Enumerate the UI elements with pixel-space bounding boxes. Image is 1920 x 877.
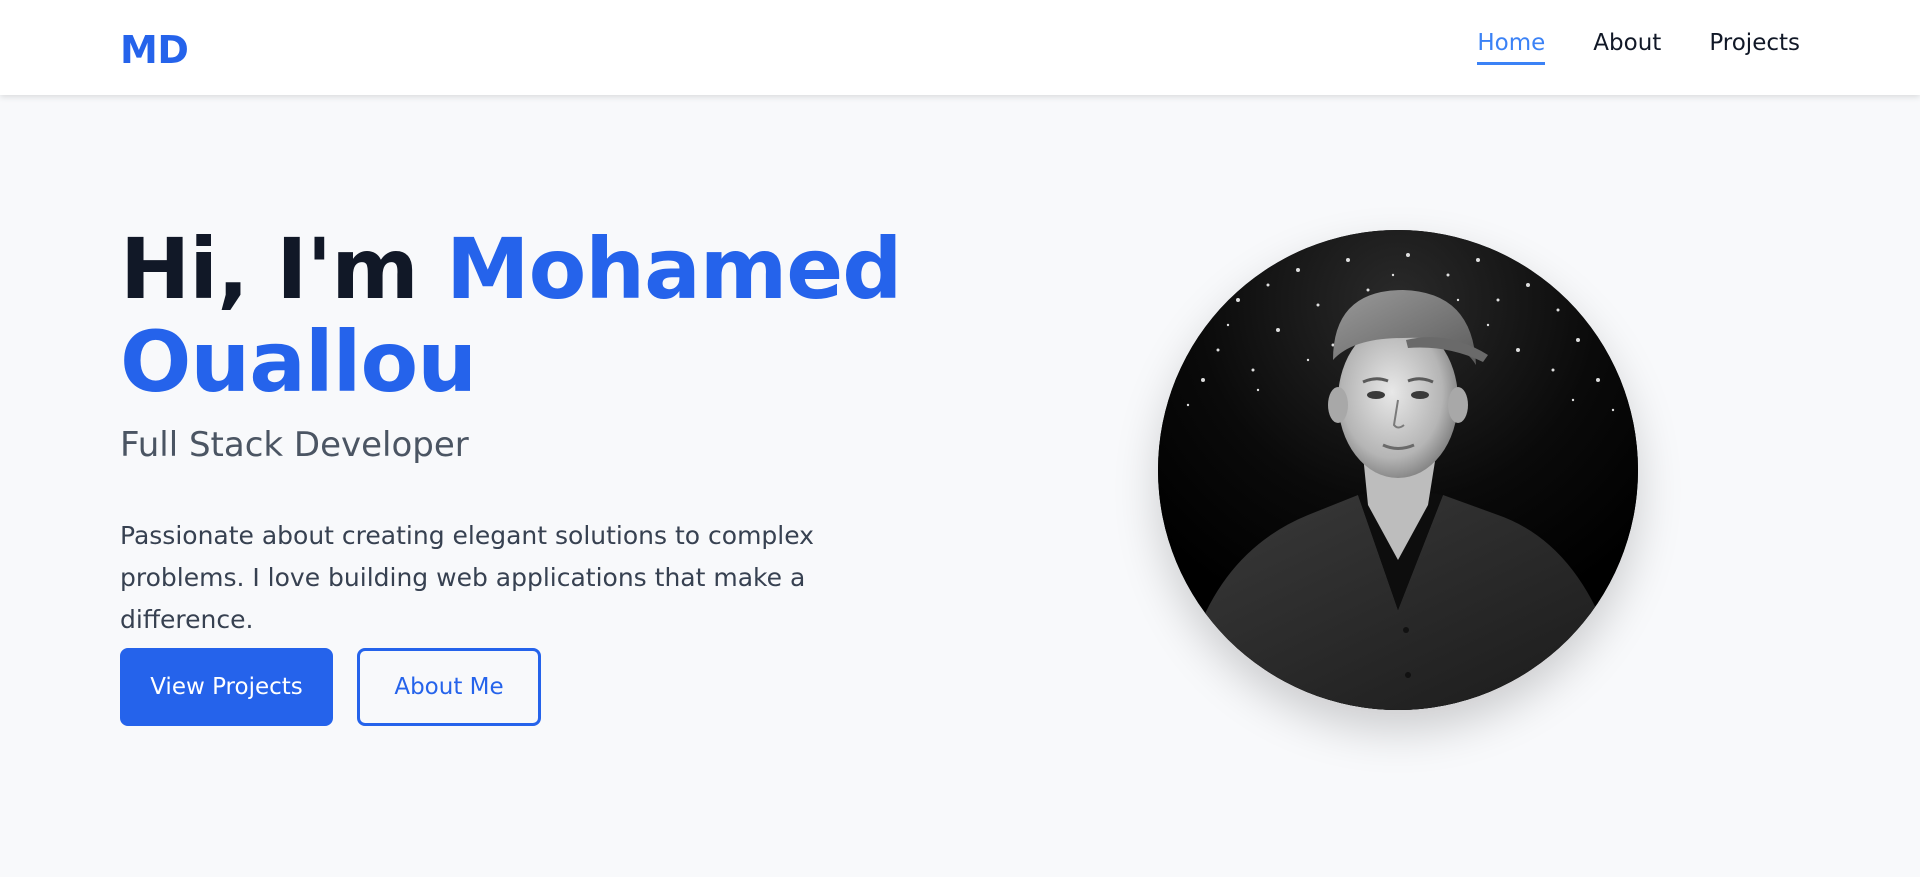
nav-link-about[interactable]: About [1593,30,1661,65]
profile-photo-image [1158,230,1638,710]
navbar: MD Home About Projects [0,0,1920,95]
view-projects-button[interactable]: View Projects [120,648,333,726]
hero-last-name: Ouallou [120,313,477,411]
hero-greeting: Hi, I'm [120,220,446,318]
nav-link-projects[interactable]: Projects [1709,30,1800,65]
about-me-button[interactable]: About Me [357,648,541,726]
hero-first-name: Mohamed [446,220,902,318]
hero-title: Hi, I'm Mohamed Ouallou [120,220,902,411]
hero-section: Hi, I'm Mohamed Ouallou Full Stack Develo… [0,95,1920,877]
profile-photo [1158,230,1638,710]
hero-description: Passionate about creating elegant soluti… [120,521,814,634]
nav-links: Home About Projects [1477,30,1800,65]
hero-subtitle: Full Stack Developer [120,425,469,465]
hero-buttons: View Projects About Me [120,648,541,726]
site-logo[interactable]: MD [120,28,189,72]
nav-link-home[interactable]: Home [1477,30,1546,65]
